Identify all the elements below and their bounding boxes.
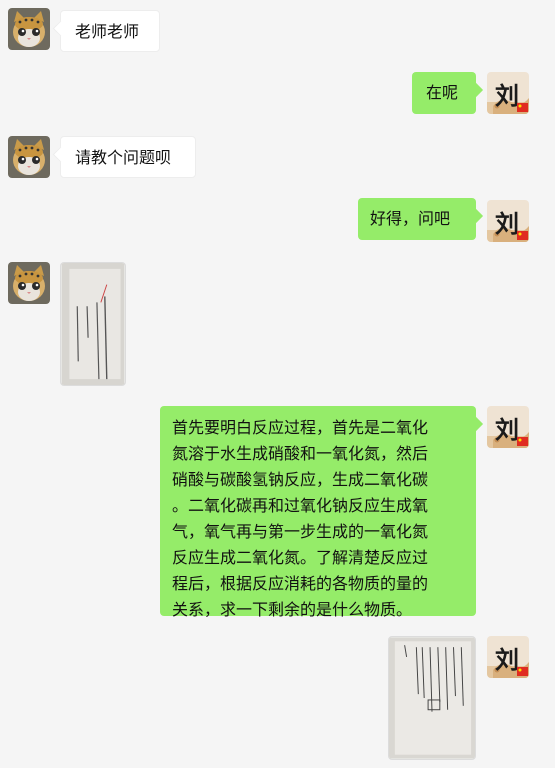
cat-avatar-icon (8, 262, 50, 304)
message-text: 在呢 (426, 83, 459, 102)
china-flag-icon (517, 103, 528, 112)
message-line: 首先要明白反应过程，首先是二氧化 (172, 418, 429, 437)
message-bubble-sent[interactable]: 在呢 (412, 72, 476, 114)
teacher-avatar[interactable]: 刘 (487, 200, 529, 242)
chat-window: 老师老师 在呢 刘 请教个问题呗 好得，问吧 刘 首先要明白反应过程，首先是二氧… (0, 0, 555, 768)
china-flag-icon (517, 231, 528, 240)
message-line: 。二氧化碳再和过氧化钠反应生成氧 (172, 496, 429, 515)
message-line: 反应生成二氧化氮。了解清楚反应过 (172, 548, 429, 567)
avatar-character: 刘 (495, 210, 519, 238)
message-line: 氮溶于水生成硝酸和一氧化氮，然后 (172, 444, 429, 463)
china-flag-icon (517, 437, 528, 446)
student-avatar[interactable] (8, 262, 50, 304)
student-avatar[interactable] (8, 8, 50, 50)
message-line: 硝酸与碳酸氢钠反应，生成二氧化碳 (172, 470, 429, 489)
avatar-character: 刘 (495, 416, 519, 444)
message-bubble-received[interactable]: 老师老师 (60, 10, 160, 52)
homework-photo-icon (61, 263, 125, 385)
message-bubble-received[interactable]: 请教个问题呗 (60, 136, 196, 178)
image-message[interactable] (388, 636, 476, 760)
avatar-character: 刘 (495, 646, 519, 674)
message-text: 老师老师 (75, 22, 140, 41)
message-line: 程后，根据反应消耗的各物质的量的 (172, 574, 429, 593)
message-line: 气，氧气再与第一步生成的一氧化氮 (172, 522, 429, 541)
china-flag-icon (517, 667, 528, 676)
message-text: 请教个问题呗 (75, 148, 172, 167)
message-text: 好得，问吧 (370, 209, 451, 228)
image-message[interactable] (60, 262, 126, 386)
teacher-avatar[interactable]: 刘 (487, 636, 529, 678)
teacher-avatar[interactable]: 刘 (487, 406, 529, 448)
message-bubble-sent[interactable]: 好得，问吧 (358, 198, 476, 240)
student-avatar[interactable] (8, 136, 50, 178)
avatar-character: 刘 (495, 82, 519, 110)
cat-avatar-icon (8, 8, 50, 50)
teacher-avatar[interactable]: 刘 (487, 72, 529, 114)
handwritten-solution-photo-icon (389, 637, 475, 759)
message-bubble-sent[interactable]: 首先要明白反应过程，首先是二氧化 氮溶于水生成硝酸和一氧化氮，然后 硝酸与碳酸氢… (160, 406, 476, 619)
cat-avatar-icon (8, 136, 50, 178)
message-line: 关系，求一下剩余的是什么物质。 (172, 600, 413, 619)
